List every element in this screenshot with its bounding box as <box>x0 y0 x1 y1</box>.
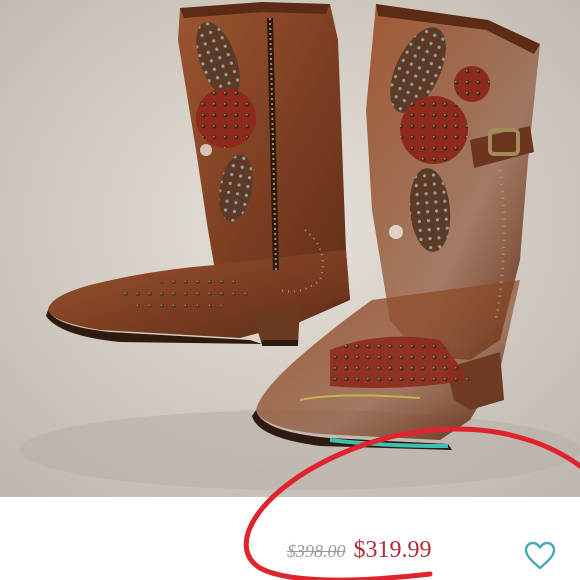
boots-image <box>0 0 580 497</box>
like-button[interactable] <box>524 541 556 571</box>
sale-price: $319.99 <box>353 537 432 563</box>
heart-outline-icon <box>524 541 556 570</box>
price-group: $398.00 $319.99 <box>287 537 432 564</box>
listing-footer: $398.00 $319.99 <box>0 497 580 580</box>
listing-screen: $398.00 $319.99 <box>0 0 580 580</box>
product-photo[interactable] <box>0 0 580 497</box>
original-price: $398.00 <box>287 541 346 561</box>
